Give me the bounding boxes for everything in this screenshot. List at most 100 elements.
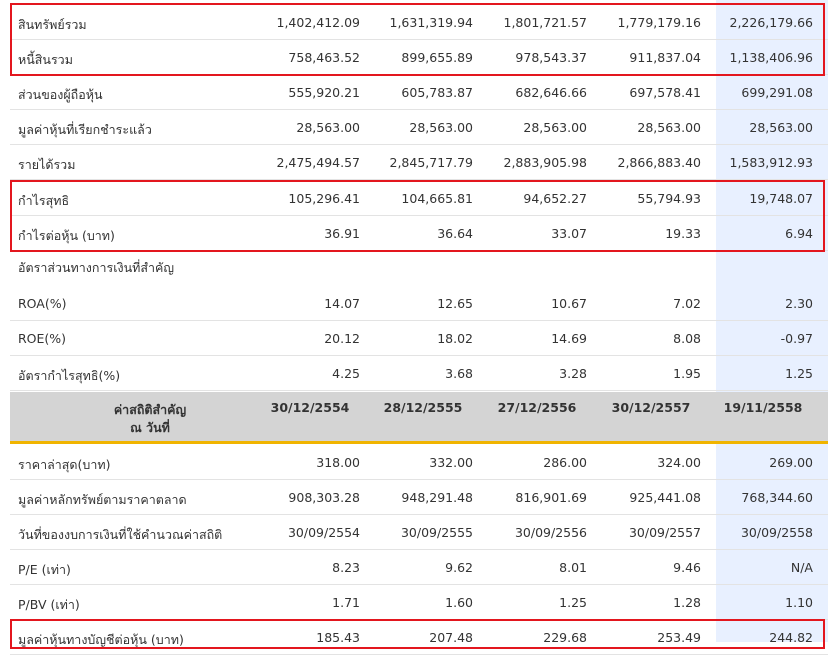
- row-statement-date: วันที่ของงบการเงินที่ใช้คำนวณค่าสถิติ 30…: [10, 515, 828, 550]
- value-cell: 2,475,494.57: [276, 155, 361, 170]
- value-cell: 19.33: [665, 226, 701, 241]
- row-pbv: P/BV (เท่า) 1.71 1.60 1.25 1.28 1.10: [10, 585, 828, 620]
- value-cell: 2,866,883.40: [617, 155, 702, 170]
- value-cell: 8.23: [332, 560, 360, 575]
- value-cell: 816,901.69: [515, 490, 587, 505]
- row-label: หนี้สินรวม: [18, 52, 73, 67]
- value-cell: 899,655.89: [401, 50, 473, 65]
- value-cell: 1.71: [332, 595, 360, 610]
- row-net-profit-margin: อัตรากำไรสุทธิ(%) 4.25 3.68 3.28 1.95 1.…: [10, 356, 828, 391]
- value-cell: 768,344.60: [741, 490, 813, 505]
- stats-header-band: ค่าสถิติสำคัญ ณ วันที่ 30/12/2554 28/12/…: [10, 392, 828, 444]
- value-cell: 28,563.00: [749, 120, 813, 135]
- row-label: ROE(%): [18, 331, 67, 346]
- row-last-price: ราคาล่าสุด(บาท) 318.00 332.00 286.00 324…: [10, 445, 828, 480]
- value-cell: 36.91: [324, 226, 360, 241]
- section-title: อัตราส่วนทางการเงินที่สำคัญ: [18, 260, 175, 275]
- stats-date-header: 19/11/2558: [723, 400, 803, 415]
- value-cell: 104,665.81: [401, 191, 473, 206]
- value-cell: 8.08: [673, 331, 701, 346]
- value-cell: 6.94: [785, 226, 813, 241]
- value-cell: 14.69: [551, 331, 587, 346]
- value-cell: 30/09/2558: [740, 525, 813, 540]
- row-total-revenue: รายได้รวม 2,475,494.57 2,845,717.79 2,88…: [10, 145, 828, 180]
- value-cell: 30/09/2556: [514, 525, 587, 540]
- row-paid-up-capital: มูลค่าหุ้นที่เรียกชำระแล้ว 28,563.00 28,…: [10, 110, 828, 145]
- row-label: ราคาล่าสุด(บาท): [18, 457, 111, 472]
- value-cell: 18.02: [437, 331, 473, 346]
- value-cell: 978,543.37: [515, 50, 587, 65]
- value-cell: 1,779,179.16: [617, 15, 702, 30]
- value-cell: 1.10: [785, 595, 813, 610]
- row-label: กำไรต่อหุ้น (บาท): [18, 228, 115, 243]
- value-cell: 1,402,412.09: [276, 15, 361, 30]
- row-label: มูลค่าหุ้นทางบัญชีต่อหุ้น (บาท): [18, 632, 184, 647]
- stats-date-header: 30/12/2557: [611, 400, 691, 415]
- stats-header-label: ค่าสถิติสำคัญ: [113, 402, 187, 417]
- value-cell: 324.00: [657, 455, 701, 470]
- value-cell: 682,646.66: [515, 85, 587, 100]
- row-label: สินทรัพย์รวม: [18, 17, 87, 32]
- value-cell: 286.00: [543, 455, 587, 470]
- value-cell: 1.60: [445, 595, 473, 610]
- row-net-profit: กำไรสุทธิ 105,296.41 104,665.81 94,652.2…: [10, 181, 828, 216]
- stats-date-header: 30/12/2554: [270, 400, 350, 415]
- row-label: รายได้รวม: [18, 157, 76, 172]
- row-label: มูลค่าหลักทรัพย์ตามราคาตลาด: [18, 492, 187, 507]
- row-label: P/E (เท่า): [18, 562, 71, 577]
- value-cell: 30/09/2555: [400, 525, 473, 540]
- value-cell: 28,563.00: [523, 120, 587, 135]
- value-cell: N/A: [790, 560, 813, 575]
- value-cell: 699,291.08: [741, 85, 813, 100]
- value-cell: 229.68: [543, 630, 587, 645]
- row-total-liabilities: หนี้สินรวม 758,463.52 899,655.89 978,543…: [10, 40, 828, 75]
- value-cell: 2,226,179.66: [729, 15, 814, 30]
- value-cell: 28,563.00: [637, 120, 701, 135]
- value-cell: 7.02: [673, 296, 701, 311]
- value-cell: 1,583,912.93: [729, 155, 814, 170]
- value-cell: 758,463.52: [288, 50, 360, 65]
- value-cell: 20.12: [324, 331, 360, 346]
- value-cell: 105,296.41: [288, 191, 360, 206]
- row-label: ส่วนของผู้ถือหุ้น: [18, 87, 103, 102]
- value-cell: 925,441.08: [629, 490, 701, 505]
- value-cell: 1,631,319.94: [389, 15, 474, 30]
- row-label: P/BV (เท่า): [18, 597, 80, 612]
- stats-date-header: 28/12/2555: [383, 400, 463, 415]
- value-cell: 4.25: [332, 366, 360, 381]
- value-cell: 2,883,905.98: [503, 155, 588, 170]
- row-book-value-per-share: มูลค่าหุ้นทางบัญชีต่อหุ้น (บาท) 185.43 2…: [10, 620, 828, 655]
- row-shareholders-equity: ส่วนของผู้ถือหุ้น 555,920.21 605,783.87 …: [10, 75, 828, 110]
- value-cell: 14.07: [324, 296, 360, 311]
- value-cell: 697,578.41: [629, 85, 701, 100]
- row-label: กำไรสุทธิ: [18, 193, 70, 208]
- value-cell: 318.00: [316, 455, 360, 470]
- row-eps: กำไรต่อหุ้น (บาท) 36.91 36.64 33.07 19.3…: [10, 216, 828, 251]
- value-cell: 9.46: [673, 560, 701, 575]
- value-cell: 1,801,721.57: [503, 15, 588, 30]
- row-roa: ROA(%) 14.07 12.65 10.67 7.02 2.30: [10, 286, 828, 321]
- row-total-assets: สินทรัพย์รวม 1,402,412.09 1,631,319.94 1…: [10, 5, 828, 40]
- stats-date-header: 27/12/2556: [497, 400, 577, 415]
- value-cell: 94,652.27: [523, 191, 587, 206]
- value-cell: -0.97: [780, 331, 813, 346]
- value-cell: 185.43: [316, 630, 360, 645]
- value-cell: 28,563.00: [409, 120, 473, 135]
- value-cell: 1,138,406.96: [729, 50, 814, 65]
- value-cell: 332.00: [429, 455, 473, 470]
- value-cell: 33.07: [551, 226, 587, 241]
- value-cell: 555,920.21: [288, 85, 360, 100]
- value-cell: 1.95: [673, 366, 701, 381]
- value-cell: 911,837.04: [629, 50, 701, 65]
- value-cell: 605,783.87: [401, 85, 473, 100]
- row-market-cap: มูลค่าหลักทรัพย์ตามราคาตลาด 908,303.28 9…: [10, 480, 828, 515]
- value-cell: 30/09/2557: [628, 525, 701, 540]
- value-cell: 908,303.28: [288, 490, 360, 505]
- value-cell: 1.25: [559, 595, 587, 610]
- value-cell: 1.28: [673, 595, 701, 610]
- value-cell: 8.01: [559, 560, 587, 575]
- row-label: อัตรากำไรสุทธิ(%): [18, 368, 121, 383]
- value-cell: 244.82: [769, 630, 813, 645]
- row-label: ROA(%): [18, 296, 67, 311]
- value-cell: 9.62: [445, 560, 473, 575]
